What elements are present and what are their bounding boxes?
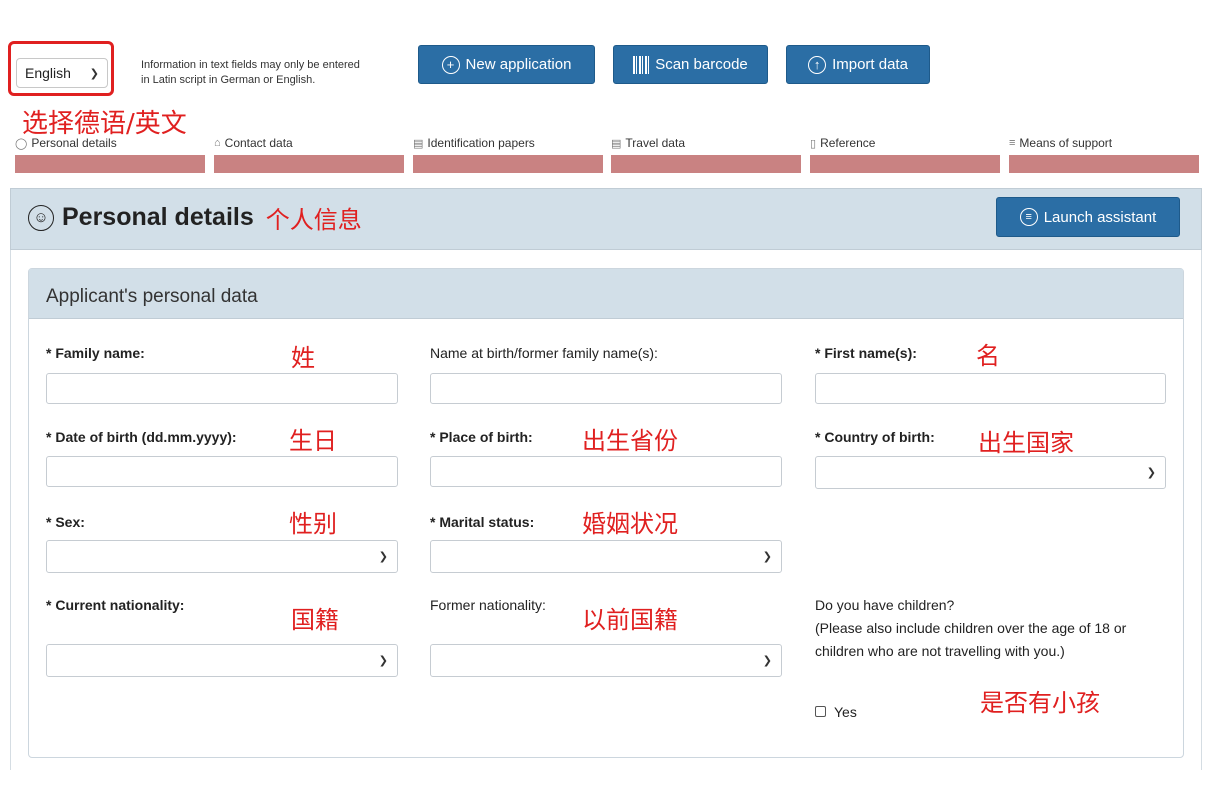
date-of-birth-annotation: 生日 [289, 427, 337, 455]
children-question-note: (Please also include children over the a… [815, 620, 1127, 659]
person-icon: ◯ [15, 137, 28, 150]
marital-status-select[interactable]: ❯ [430, 540, 782, 573]
language-annotation: 选择德语/英文 [22, 109, 187, 139]
children-yes-label: Yes [834, 704, 857, 720]
sex-label: * Sex: [46, 514, 85, 530]
current-nationality-label: * Current nationality: [46, 597, 185, 613]
country-of-birth-label: * Country of birth: [815, 429, 935, 445]
step-means-of-support[interactable]: ≡ Means of support [1009, 136, 1112, 150]
current-nationality-select[interactable]: ❯ [46, 644, 398, 677]
former-nationality-annotation: 以前国籍 [582, 606, 678, 634]
import-data-button[interactable]: ↑ Import data [786, 45, 930, 84]
step-progress-bar [214, 155, 404, 173]
step-progress-bar [810, 155, 1000, 173]
person-icon: ☺ [28, 204, 54, 231]
luggage-icon: ▤ [611, 137, 622, 150]
money-icon: ≡ [1009, 137, 1016, 149]
card-title: Applicant's personal data [46, 286, 258, 307]
children-yes-checkbox[interactable] [815, 706, 826, 717]
chevron-down-icon: ❯ [762, 551, 772, 563]
plus-circle-icon: + [441, 55, 460, 74]
step-progress-bar [413, 155, 603, 173]
document-icon: ▯ [810, 137, 817, 150]
launch-assistant-button[interactable]: ≡ Launch assistant [996, 197, 1180, 237]
country-of-birth-select[interactable]: ❯ [815, 456, 1166, 489]
date-of-birth-input[interactable] [46, 456, 398, 487]
step-travel-data[interactable]: ▤ Travel data [611, 136, 685, 150]
step-contact-data[interactable]: ⌂ Contact data [214, 136, 293, 150]
chevron-down-icon: ❯ [378, 551, 388, 563]
family-name-input[interactable] [46, 373, 398, 404]
first-name-input[interactable] [815, 373, 1166, 404]
place-of-birth-input[interactable] [430, 456, 782, 487]
family-name-annotation: 姓 [291, 344, 315, 372]
country-of-birth-annotation: 出生国家 [978, 429, 1074, 457]
former-nationality-select[interactable]: ❯ [430, 644, 782, 677]
birth-name-input[interactable] [430, 373, 782, 404]
former-nationality-label: Former nationality: [430, 597, 546, 613]
id-card-icon: ▤ [413, 137, 424, 150]
date-of-birth-label: * Date of birth (dd.mm.yyyy): [46, 429, 237, 445]
arrow-up-circle-icon: ↑ [808, 55, 827, 74]
chevron-down-icon: ❯ [1146, 467, 1156, 479]
marital-status-label: * Marital status: [430, 514, 535, 530]
barcode-icon [633, 55, 650, 74]
children-question: Do you have children? (Please also inclu… [815, 594, 1155, 663]
children-question-text: Do you have children? [815, 597, 955, 613]
step-progress-bar [15, 155, 205, 173]
new-application-button[interactable]: + New application [418, 45, 595, 84]
marital-status-annotation: 婚姻状况 [582, 510, 678, 538]
step-identification-papers[interactable]: ▤ Identification papers [413, 136, 535, 150]
step-reference[interactable]: ▯ Reference [810, 136, 875, 150]
chat-icon: ≡ [1019, 208, 1038, 226]
place-of-birth-label: * Place of birth: [430, 429, 533, 445]
step-progress-bar [611, 155, 801, 173]
chevron-down-icon: ❯ [378, 655, 388, 667]
section-title: ☺ Personal details 个人信息 [28, 200, 362, 235]
family-name-label: * Family name: [46, 345, 145, 361]
step-progress-bar [1009, 155, 1199, 173]
place-of-birth-annotation: 出生省份 [582, 427, 678, 455]
first-name-label: * First name(s): [815, 345, 917, 361]
chevron-down-icon: ❯ [89, 68, 99, 80]
scan-barcode-button[interactable]: Scan barcode [613, 45, 768, 84]
step-personal-details[interactable]: ◯ Personal details [15, 136, 117, 150]
chevron-down-icon: ❯ [762, 655, 772, 667]
children-annotation: 是否有小孩 [980, 689, 1100, 717]
sex-select[interactable]: ❯ [46, 540, 398, 573]
language-select[interactable]: English ❯ [16, 58, 108, 88]
first-name-annotation: 名 [976, 342, 1000, 370]
sex-annotation: 性别 [289, 510, 337, 538]
section-annotation: 个人信息 [265, 206, 362, 234]
latin-script-note: Information in text fields may only be e… [141, 59, 360, 86]
language-select-value: English [25, 65, 71, 81]
house-icon: ⌂ [214, 137, 221, 149]
current-nationality-annotation: 国籍 [291, 606, 339, 634]
birth-name-label: Name at birth/former family name(s): [430, 345, 658, 361]
